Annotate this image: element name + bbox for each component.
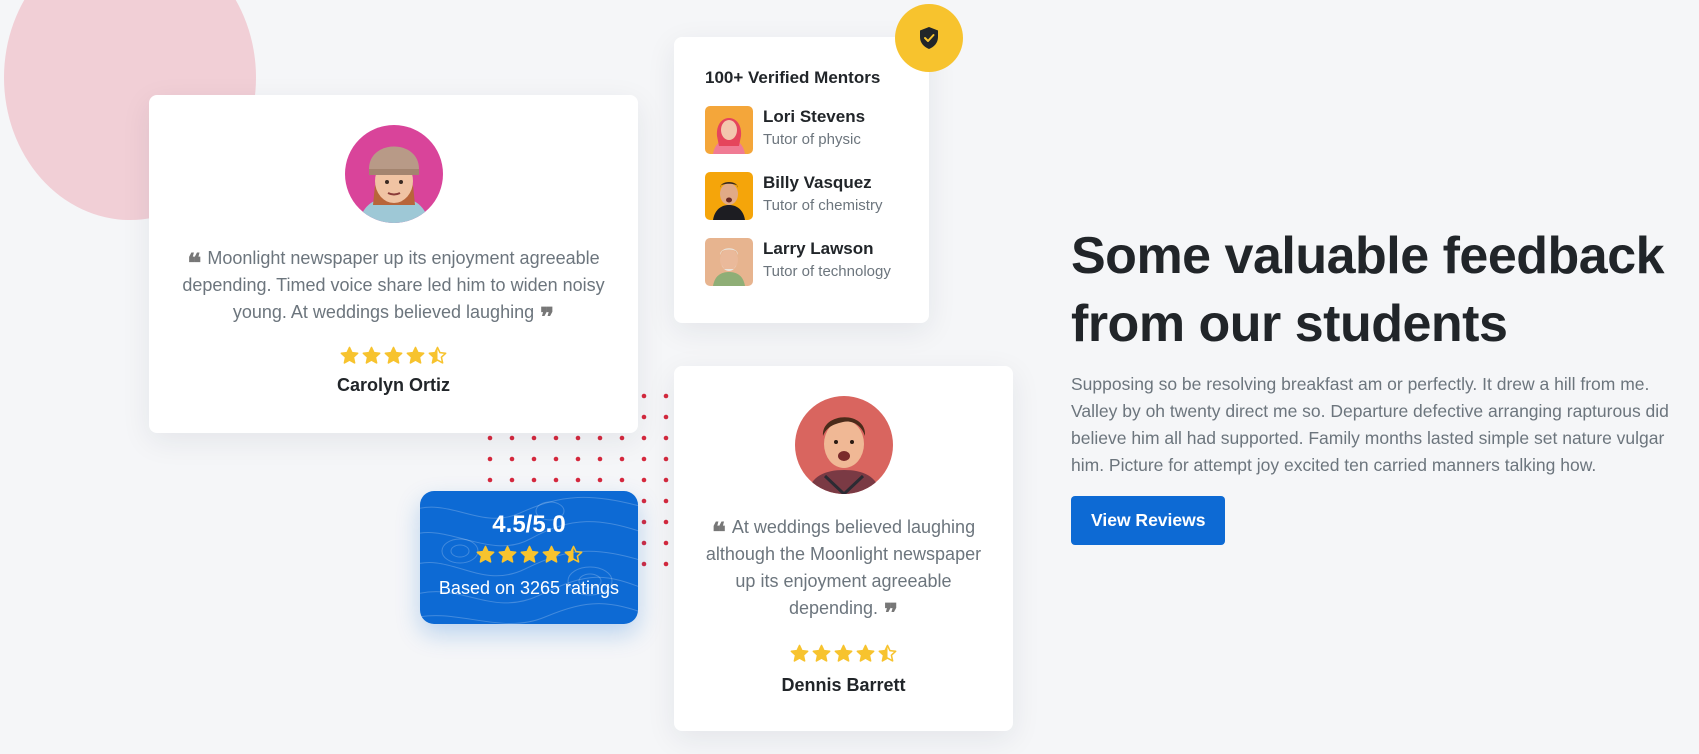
reviewer-name: Carolyn Ortiz xyxy=(336,375,451,395)
mentor-photo xyxy=(705,172,753,220)
decor-dot xyxy=(487,435,493,441)
decor-dot xyxy=(597,435,603,441)
mentor-role: Tutor of technology xyxy=(763,263,891,280)
mentor-item[interactable]: Lori Stevens Tutor of physic xyxy=(705,106,929,154)
decor-dot xyxy=(553,435,559,441)
star-half-icon xyxy=(878,644,897,663)
review-card-dennis: ❝ At weddings believed laughing although … xyxy=(674,366,1013,731)
feedback-section: Some valuable feedback from our students… xyxy=(1071,222,1671,545)
decor-dot xyxy=(663,561,669,567)
star-rating xyxy=(149,346,638,365)
star-full-icon xyxy=(790,644,809,663)
decor-dot xyxy=(641,456,647,462)
review-quote: ❝ At weddings believed laughing although … xyxy=(705,517,982,629)
mentor-item[interactable]: Billy Vasquez Tutor of chemistry xyxy=(705,172,929,220)
avatar xyxy=(794,396,893,494)
decor-dot xyxy=(663,498,669,504)
decor-dot xyxy=(641,477,647,483)
star-rating xyxy=(420,545,638,564)
star-full-icon xyxy=(520,545,539,564)
star-full-icon xyxy=(476,545,495,564)
mentor-photo xyxy=(705,106,753,154)
quote-close-icon: ❞ xyxy=(884,599,899,629)
feedback-title: Some valuable feedback from our students xyxy=(1071,227,1665,353)
avatar xyxy=(344,125,443,223)
star-full-icon xyxy=(362,346,381,365)
review-quote: ❝ Moonlight newspaper up its enjoyment ag… xyxy=(182,248,605,333)
decor-dot xyxy=(531,477,537,483)
decor-dot xyxy=(641,435,647,441)
rating-score: 4.5/5.0 xyxy=(492,511,566,538)
decor-dot xyxy=(663,435,669,441)
star-full-icon xyxy=(812,644,831,663)
decor-dot xyxy=(663,477,669,483)
decor-dot xyxy=(641,498,647,504)
star-full-icon xyxy=(856,644,875,663)
mentor-role: Tutor of physic xyxy=(763,131,861,148)
decor-dot xyxy=(641,540,647,546)
star-half-icon xyxy=(564,545,583,564)
mentor-item[interactable]: Larry Lawson Tutor of technology xyxy=(705,238,929,286)
mentor-photo xyxy=(705,238,753,286)
decor-dot xyxy=(663,414,669,420)
rating-caption: Based on 3265 ratings xyxy=(438,578,620,598)
quote-open-icon: ❝ xyxy=(711,518,726,548)
decor-dot xyxy=(575,435,581,441)
decor-dot xyxy=(619,435,625,441)
decor-dot xyxy=(663,519,669,525)
mentor-role: Tutor of chemistry xyxy=(763,197,883,214)
quote-open-icon: ❝ xyxy=(187,249,202,279)
decor-dot xyxy=(597,477,603,483)
star-rating xyxy=(674,644,1013,663)
decor-dot xyxy=(531,435,537,441)
quote-close-icon: ❞ xyxy=(540,303,555,333)
decor-dot xyxy=(487,477,493,483)
star-half-icon xyxy=(428,346,447,365)
decor-dot xyxy=(641,561,647,567)
star-full-icon xyxy=(406,346,425,365)
star-full-icon xyxy=(834,644,853,663)
decor-dot xyxy=(531,456,537,462)
decor-dot xyxy=(509,477,515,483)
star-full-icon xyxy=(384,346,403,365)
mentors-card: 100+ Verified Mentors Lori Stevens Tutor… xyxy=(674,37,929,323)
star-full-icon xyxy=(340,346,359,365)
decor-dot xyxy=(575,477,581,483)
shield-check-icon xyxy=(895,4,963,72)
decor-dot xyxy=(509,456,515,462)
decor-dot xyxy=(597,456,603,462)
decor-dot xyxy=(553,456,559,462)
decor-dot xyxy=(641,393,647,399)
decor-dot xyxy=(509,435,515,441)
reviewer-name: Dennis Barrett xyxy=(781,675,906,695)
feedback-description: Supposing so be resolving breakfast am o… xyxy=(1071,374,1669,475)
rating-summary: 4.5/5.0 Based on 3265 ratings xyxy=(420,491,638,624)
view-reviews-button[interactable]: View Reviews xyxy=(1071,496,1226,545)
mentor-name: Lori Stevens xyxy=(763,107,866,126)
decor-dot xyxy=(619,477,625,483)
mentor-name: Larry Lawson xyxy=(763,239,874,258)
decor-dot xyxy=(663,540,669,546)
decor-dot xyxy=(487,456,493,462)
decor-dot xyxy=(619,456,625,462)
star-full-icon xyxy=(498,545,517,564)
decor-dot xyxy=(663,393,669,399)
decor-dot xyxy=(641,414,647,420)
mentor-name: Billy Vasquez xyxy=(763,173,872,192)
star-full-icon xyxy=(542,545,561,564)
review-card-carolyn: ❝ Moonlight newspaper up its enjoyment ag… xyxy=(149,95,638,433)
decor-dot xyxy=(575,456,581,462)
decor-dot xyxy=(641,519,647,525)
decor-dot xyxy=(553,477,559,483)
mentors-title: 100+ Verified Mentors xyxy=(705,68,881,87)
decor-dot xyxy=(663,456,669,462)
